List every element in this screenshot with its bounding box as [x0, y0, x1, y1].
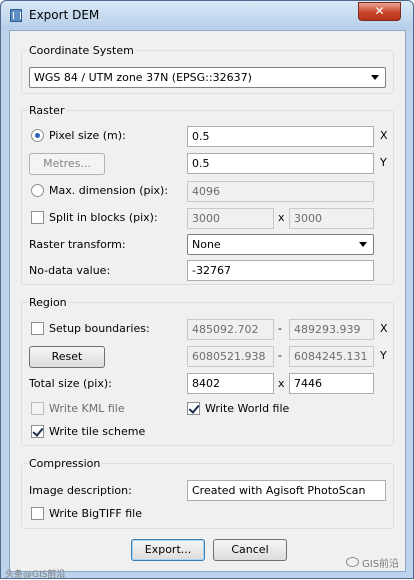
setup-boundaries-checkbox[interactable] [31, 322, 44, 335]
raster-transform-value: None [192, 238, 221, 251]
raster-title: Raster [27, 104, 67, 117]
split-x-input[interactable]: 3000 [187, 208, 274, 229]
write-tile-scheme-label: Write tile scheme [49, 425, 146, 438]
window-title: Export DEM [29, 8, 100, 22]
y-min-input[interactable]: 6080521.938 [187, 346, 274, 367]
x-range-separator: - [278, 322, 282, 335]
export-dem-dialog: Export DEM ✕ Coordinate System WGS 84 / … [0, 0, 414, 580]
app-icon [10, 9, 22, 22]
write-bigtiff-label: Write BigTIFF file [49, 507, 142, 520]
x-max-input[interactable]: 489293.939 [289, 319, 374, 340]
write-world-checkbox[interactable] [187, 402, 200, 415]
write-tile-scheme-checkbox[interactable] [31, 425, 44, 438]
split-y-input[interactable]: 3000 [289, 208, 374, 229]
image-description-input[interactable]: Created with Agisoft PhotoScan [187, 480, 386, 501]
write-kml-label: Write KML file [49, 402, 125, 415]
total-width-input[interactable]: 8402 [187, 373, 274, 394]
pixel-size-y-input[interactable]: 0.5 [187, 153, 374, 174]
nodata-input[interactable]: -32767 [187, 260, 374, 281]
coordinate-system-title: Coordinate System [27, 44, 136, 57]
max-dimension-radio[interactable] [31, 184, 44, 197]
write-kml-checkbox[interactable] [31, 402, 44, 415]
export-button[interactable]: Export... [131, 539, 205, 561]
metres-button[interactable]: Metres... [29, 153, 105, 175]
raster-transform-select[interactable]: None [187, 234, 374, 255]
y-max-input[interactable]: 6084245.131 [289, 346, 374, 367]
raster-transform-label: Raster transform: [29, 238, 126, 251]
image-description-label: Image description: [29, 484, 132, 497]
write-world-label: Write World file [205, 402, 290, 415]
total-size-separator: x [278, 377, 285, 390]
max-dimension-label: Max. dimension (pix): [49, 184, 169, 197]
coordinate-system-value: WGS 84 / UTM zone 37N (EPSG::32637) [34, 71, 252, 84]
watermark-left: 头条@GIS前沿 [5, 570, 66, 580]
total-height-input[interactable]: 7446 [289, 373, 374, 394]
total-size-label: Total size (pix): [29, 377, 112, 390]
region-y-axis: Y [380, 349, 387, 362]
x-min-input[interactable]: 485092.702 [187, 319, 274, 340]
reset-button[interactable]: Reset [29, 346, 105, 368]
pixel-size-x-input[interactable]: 0.5 [187, 126, 374, 147]
max-dimension-input[interactable]: 4096 [187, 181, 374, 202]
pixel-size-radio[interactable] [31, 129, 44, 142]
dialog-body: Coordinate System WGS 84 / UTM zone 37N … [9, 30, 406, 572]
close-button[interactable]: ✕ [358, 2, 401, 21]
split-separator: x [278, 211, 285, 224]
wechat-icon [346, 557, 359, 567]
setup-boundaries-label: Setup boundaries: [49, 322, 150, 335]
title-bar[interactable]: Export DEM ✕ [1, 1, 413, 29]
nodata-label: No-data value: [29, 264, 111, 277]
watermark-right: GIS前沿 [362, 559, 400, 570]
y-range-separator: - [278, 349, 282, 362]
split-blocks-checkbox[interactable] [31, 211, 44, 224]
cancel-button[interactable]: Cancel [213, 539, 287, 561]
region-title: Region [27, 296, 69, 309]
compression-title: Compression [27, 457, 103, 470]
pixel-size-label: Pixel size (m): [49, 129, 126, 142]
pixel-size-x-axis: X [380, 129, 388, 142]
coordinate-system-select[interactable]: WGS 84 / UTM zone 37N (EPSG::32637) [29, 67, 386, 88]
pixel-size-y-axis: Y [380, 156, 387, 169]
chevron-down-icon [371, 75, 379, 80]
chevron-down-icon [359, 242, 367, 247]
region-x-axis: X [380, 322, 388, 335]
split-blocks-label: Split in blocks (pix): [49, 211, 158, 224]
write-bigtiff-checkbox[interactable] [31, 507, 44, 520]
